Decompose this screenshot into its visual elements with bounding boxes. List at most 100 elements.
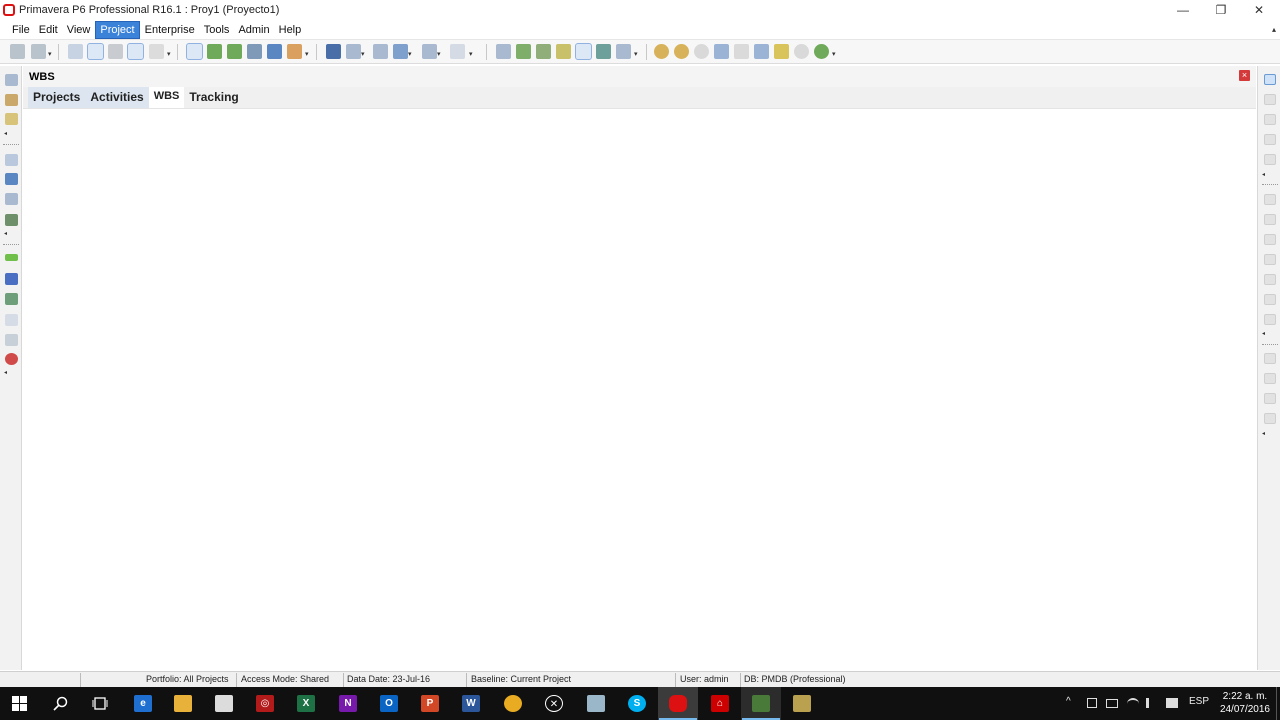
primavera-icon[interactable]: [669, 695, 687, 712]
restore-button[interactable]: ❐: [1202, 0, 1240, 20]
split-icon[interactable]: [754, 44, 769, 59]
tab-activities[interactable]: Activities: [85, 87, 149, 108]
xbox-icon[interactable]: ✕: [545, 695, 563, 712]
assign-dropdown-icon[interactable]: ▾: [167, 50, 171, 58]
tray-network-icon[interactable]: [1106, 699, 1118, 708]
zoom-in-icon[interactable]: [654, 44, 669, 59]
network-icon[interactable]: [267, 44, 282, 59]
move-down-icon[interactable]: [1264, 373, 1276, 384]
apply-actuals-icon[interactable]: [556, 44, 571, 59]
assign-icon[interactable]: [149, 44, 164, 59]
close-button[interactable]: ✕: [1240, 0, 1278, 20]
indent-icon[interactable]: [1264, 294, 1276, 305]
remove-icon[interactable]: [1264, 234, 1276, 245]
acrobat-reader-icon[interactable]: ◎: [256, 695, 274, 712]
timescale-icon[interactable]: [227, 44, 242, 59]
globe-icon[interactable]: [814, 44, 829, 59]
left-dock-collapse-icon[interactable]: ◂: [4, 369, 7, 376]
misc-app-icon[interactable]: [793, 695, 811, 712]
link-icon[interactable]: [287, 44, 302, 59]
assign-resource-icon[interactable]: [1264, 214, 1276, 225]
link-dropdown-icon[interactable]: ▾: [305, 50, 309, 58]
tray-wifi-icon[interactable]: [1127, 698, 1139, 708]
task-view-icon[interactable]: [92, 696, 108, 711]
tray-language[interactable]: ESP: [1189, 696, 1209, 707]
columns-icon[interactable]: [68, 44, 83, 59]
delete-icon[interactable]: [1264, 94, 1276, 105]
level-icon[interactable]: [536, 44, 551, 59]
columns-dropdown-icon[interactable]: ▾: [437, 50, 441, 58]
expenses-icon[interactable]: [5, 334, 18, 346]
menu-enterprise[interactable]: Enterprise: [141, 22, 199, 38]
move-right-icon[interactable]: [1264, 413, 1276, 424]
columns-layout-icon[interactable]: [422, 44, 437, 59]
store-icon[interactable]: [215, 695, 233, 712]
edit-icon[interactable]: [5, 113, 18, 125]
print-icon[interactable]: [10, 44, 25, 59]
cut-icon[interactable]: [1264, 114, 1276, 125]
windows-start-icon[interactable]: [12, 696, 27, 711]
primavera-app-icon[interactable]: [752, 695, 770, 712]
open-project-icon[interactable]: [5, 74, 18, 86]
work-products-icon[interactable]: [5, 314, 18, 326]
zoom-fit-icon[interactable]: [694, 44, 709, 59]
show-desktop-button[interactable]: [1276, 687, 1280, 720]
risks-icon[interactable]: [5, 353, 18, 365]
right-dock-collapse-icon[interactable]: ◂: [1262, 330, 1265, 337]
menu-view[interactable]: View: [63, 22, 95, 38]
issues-icon[interactable]: [5, 273, 18, 285]
number-icon[interactable]: [450, 44, 465, 59]
progress-icon[interactable]: [575, 43, 592, 60]
chart-icon[interactable]: [247, 44, 262, 59]
add-icon[interactable]: [1264, 74, 1276, 85]
edge-icon[interactable]: e: [134, 695, 152, 712]
number-dropdown-icon[interactable]: ▾: [469, 50, 473, 58]
details-icon[interactable]: [207, 44, 222, 59]
trace-logic-icon[interactable]: [127, 43, 144, 60]
link-icon[interactable]: [1264, 254, 1276, 265]
bars-icon[interactable]: [186, 43, 203, 60]
group-sort-icon[interactable]: [326, 44, 341, 59]
skype-icon[interactable]: S: [628, 695, 646, 712]
expand-icon[interactable]: [714, 44, 729, 59]
powerpoint-icon[interactable]: P: [421, 695, 439, 712]
print-preview-icon[interactable]: [31, 44, 46, 59]
reports-icon[interactable]: [496, 44, 511, 59]
menubar-overflow-icon[interactable]: ▴: [1272, 25, 1276, 34]
reports-icon[interactable]: [5, 214, 18, 226]
panel-content-area[interactable]: [23, 109, 1256, 670]
menu-help[interactable]: Help: [275, 22, 306, 38]
summarize-dropdown-icon[interactable]: ▾: [634, 50, 638, 58]
tray-app-icon[interactable]: [1087, 698, 1097, 708]
tab-wbs[interactable]: WBS: [148, 87, 185, 108]
indent-icon[interactable]: [87, 43, 104, 60]
notepad-icon[interactable]: [587, 695, 605, 712]
move-up-icon[interactable]: [1264, 353, 1276, 364]
tray-chevron-icon[interactable]: ^: [1066, 696, 1071, 707]
globe-dropdown-icon[interactable]: ▾: [832, 50, 836, 58]
tab-projects[interactable]: Projects: [28, 87, 86, 108]
activities-icon[interactable]: [5, 193, 18, 205]
chrome-icon[interactable]: [504, 695, 522, 712]
wbs-icon[interactable]: [5, 154, 18, 166]
filter-dropdown-icon[interactable]: ▾: [408, 50, 412, 58]
taskbar-clock[interactable]: 2:22 a. m. 24/07/2016: [1220, 690, 1270, 716]
unlink-icon[interactable]: [1264, 274, 1276, 285]
copy-icon[interactable]: [1264, 134, 1276, 145]
word-icon[interactable]: W: [462, 695, 480, 712]
right-dock-collapse-icon[interactable]: ◂: [1262, 430, 1265, 437]
resources-icon[interactable]: [5, 173, 18, 185]
file-explorer-icon[interactable]: [174, 695, 192, 712]
move-left-icon[interactable]: [1264, 393, 1276, 404]
resource-assignments-icon[interactable]: [5, 293, 18, 305]
collapse-icon[interactable]: [734, 44, 749, 59]
menu-admin[interactable]: Admin: [234, 22, 273, 38]
tray-volume-icon[interactable]: [1146, 698, 1156, 708]
help-icon[interactable]: [794, 44, 809, 59]
menu-project[interactable]: Project: [95, 20, 140, 39]
panel-close-icon[interactable]: ×: [1239, 70, 1250, 81]
notebook-icon[interactable]: [774, 44, 789, 59]
store-period-icon[interactable]: [596, 44, 611, 59]
menu-file[interactable]: File: [8, 22, 34, 38]
filter-icon[interactable]: [393, 44, 408, 59]
